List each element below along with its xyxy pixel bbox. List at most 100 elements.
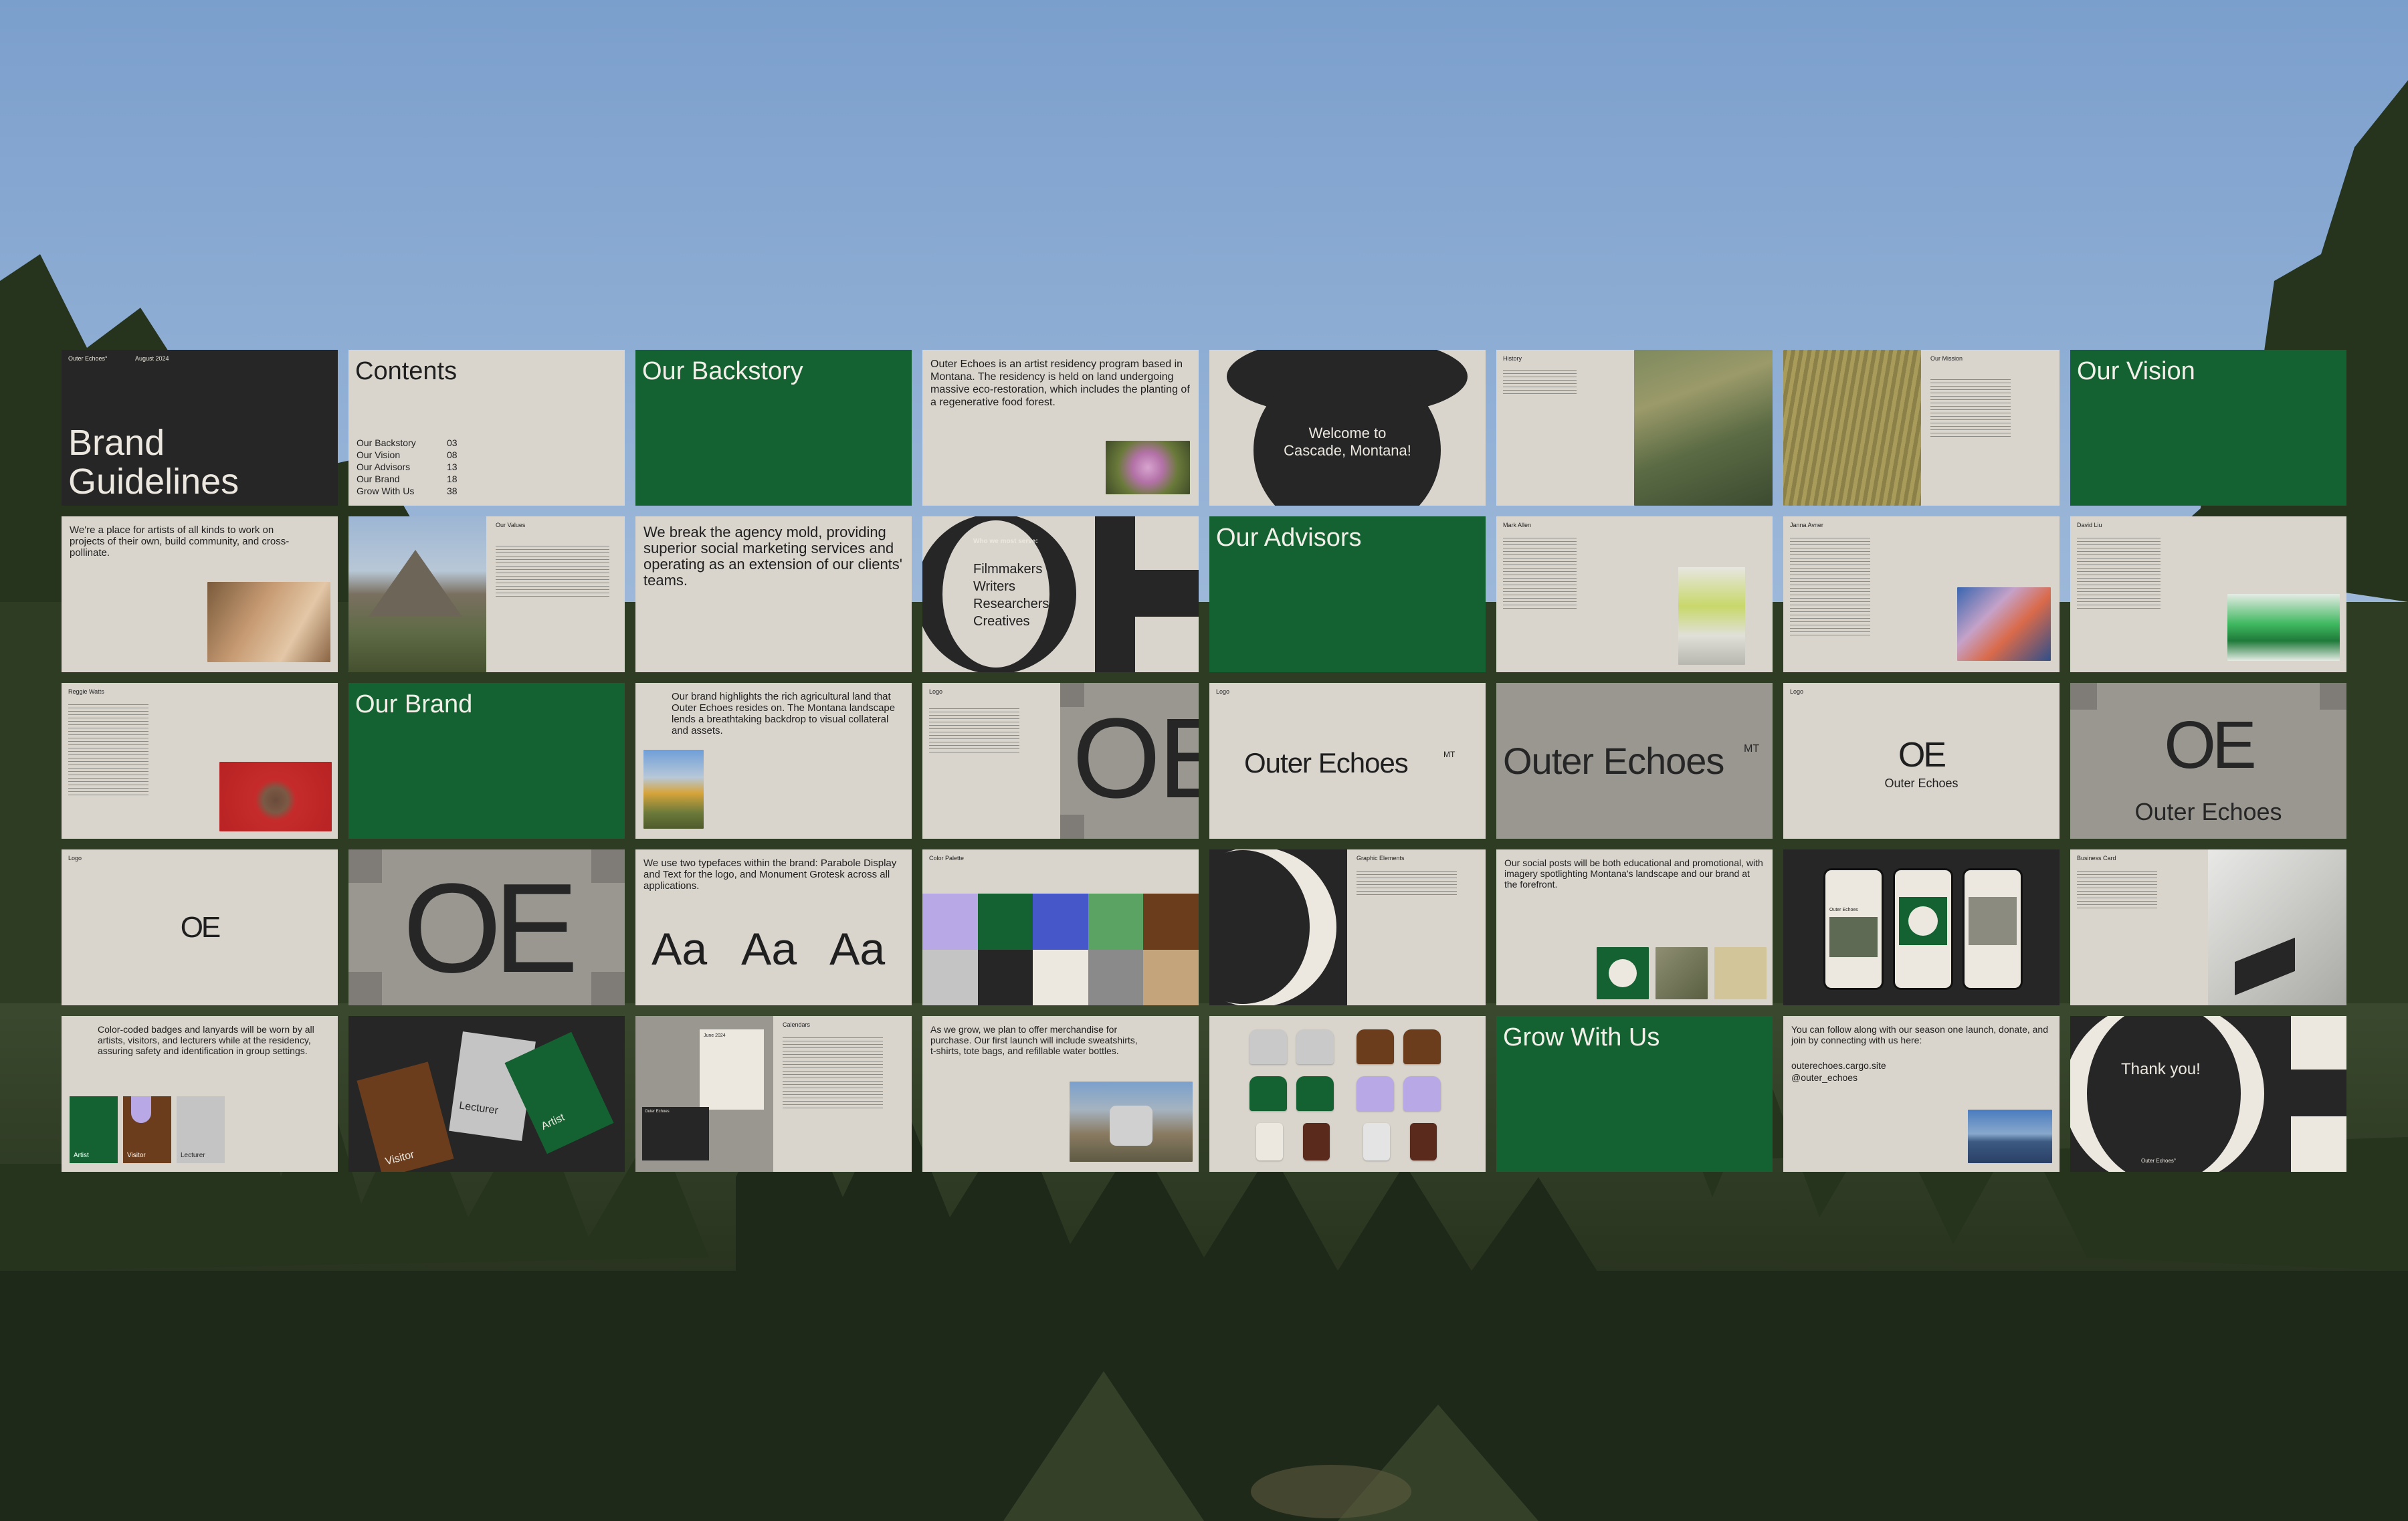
slide-place[interactable]: We're a place for artists of all kinds t… <box>62 516 338 672</box>
merch-items <box>1209 1016 1486 1172</box>
contents-item[interactable]: Our Brand 18 <box>357 473 458 485</box>
slide-badges[interactable]: Color-coded badges and lanyards will be … <box>62 1016 338 1172</box>
cover-title-line1: Brand <box>68 423 165 463</box>
intro-text: Outer Echoes is an artist residency prog… <box>930 359 1190 408</box>
slide-logo-construction[interactable]: Logo OE <box>922 683 1199 839</box>
badge-visitor: Visitor <box>123 1096 171 1163</box>
slide-serve[interactable]: Who we most serve: Filmmakers Writers Re… <box>922 516 1199 672</box>
welcome-line1: Welcome to <box>1308 425 1387 441</box>
card-label: Business Card <box>2077 855 2116 861</box>
monogram-large-sub: Outer Echoes <box>2134 798 2282 825</box>
clay-hands-photo <box>207 582 330 662</box>
agency-text: We break the agency mold, providing supe… <box>643 524 902 589</box>
slide-grid: Outer Echoes° August 2024 Brand Guidelin… <box>62 350 2348 1172</box>
values-body <box>496 543 609 597</box>
follow-handle[interactable]: @outer_echoes <box>1791 1072 1858 1083</box>
slide-typefaces[interactable]: We use two typefaces within the brand: P… <box>635 849 912 1005</box>
slide-agri[interactable]: Our brand highlights the rich agricultur… <box>635 683 912 839</box>
monogram-sub: Outer Echoes <box>1884 777 1959 790</box>
slide-grow[interactable]: Grow With Us <box>1496 1016 1773 1172</box>
slide-badge-photo[interactable]: Visitor Lecturer Artist <box>348 1016 625 1172</box>
slide-graphic-elements[interactable]: Graphic Elements <box>1209 849 1486 1005</box>
history-label: History <box>1503 355 1522 362</box>
slide-vision[interactable]: Our Vision <box>2070 350 2346 506</box>
follow-site[interactable]: outerechoes.cargo.site <box>1791 1060 1886 1071</box>
type-sample-2: Aa <box>741 924 797 975</box>
contents-item[interactable]: Our Advisors 13 <box>357 461 458 473</box>
merch-apparel <box>1296 1029 1334 1064</box>
badge-lecturer: Lecturer <box>177 1096 225 1163</box>
slide-welcome[interactable]: Welcome to Cascade, Montana! <box>1209 350 1486 506</box>
backstory-title: Our Backstory <box>642 357 803 385</box>
cover-date: August 2024 <box>135 355 169 362</box>
river-valley-photo <box>1634 350 1773 506</box>
palette-swatch <box>977 894 1033 950</box>
slide-business-card[interactable]: Business Card <box>2070 849 2346 1005</box>
slide-backstory[interactable]: Our Backstory <box>635 350 912 506</box>
slide-contents[interactable]: Contents Our Backstory 03 Our Vision 08 Ou… <box>348 350 625 506</box>
contents-item[interactable]: Grow With Us 38 <box>357 485 458 497</box>
contents-item[interactable]: Our Backstory 03 <box>357 437 458 449</box>
merch-accessory <box>1410 1123 1437 1160</box>
reggie-photo <box>219 762 332 831</box>
social-post-1 <box>1597 947 1649 999</box>
graphic-shape <box>1209 849 1347 1005</box>
mountain-photo <box>348 516 486 672</box>
business-card-photo <box>2208 849 2346 1005</box>
slide-reggie-watts[interactable]: Reggie Watts <box>62 683 338 839</box>
serve-graphic <box>922 516 1199 672</box>
slide-logo-small[interactable]: Logo OE <box>62 849 338 1005</box>
slide-phones[interactable]: Outer Echoes <box>1783 849 2060 1005</box>
calendar-photo: June 2024 Outer Echoes <box>635 1016 773 1172</box>
logo-label: Logo <box>68 855 82 861</box>
merch-apparel <box>1403 1076 1441 1111</box>
history-body <box>1503 367 1577 394</box>
wordmark-sup: MT <box>1443 750 1456 759</box>
slide-merch-intro[interactable]: As we grow, we plan to offer merchandise… <box>922 1016 1199 1172</box>
slide-follow[interactable]: You can follow along with our season one… <box>1783 1016 2060 1172</box>
slide-wordmark[interactable]: Logo Outer Echoes MT <box>1209 683 1486 839</box>
calendars-label: Calendars <box>783 1021 811 1028</box>
aspen-photo <box>643 750 704 829</box>
serve-item: Creatives <box>973 614 1030 629</box>
values-label: Our Values <box>496 522 526 528</box>
serve-item: Researchers <box>973 597 1049 611</box>
slide-cover[interactable]: Outer Echoes° August 2024 Brand Guidelin… <box>62 350 338 506</box>
contents-item[interactable]: Our Vision 08 <box>357 449 458 461</box>
slide-color-palette[interactable]: Color Palette <box>922 849 1199 1005</box>
slide-calendars[interactable]: June 2024 Outer Echoes Calendars <box>635 1016 912 1172</box>
reggie-name: Reggie Watts <box>68 688 104 695</box>
tractor-field-photo <box>1783 350 1921 506</box>
slide-merch-grid[interactable] <box>1209 1016 1486 1172</box>
slide-monogram-gray[interactable]: OE Outer Echoes <box>2070 683 2346 839</box>
merch-apparel <box>1249 1076 1287 1111</box>
slide-history[interactable]: History <box>1496 350 1773 506</box>
slide-logo-crop[interactable]: OE <box>348 849 625 1005</box>
slide-janna-avner[interactable]: Janna Avner <box>1783 516 2060 672</box>
slide-advisors[interactable]: Our Advisors <box>1209 516 1486 672</box>
slide-monogram[interactable]: Logo OE Outer Echoes <box>1783 683 2060 839</box>
slide-our-brand[interactable]: Our Brand <box>348 683 625 839</box>
slide-social[interactable]: Our social posts will be both educationa… <box>1496 849 1773 1005</box>
serve-list: Filmmakers Writers Researchers Creatives <box>973 561 1049 630</box>
palette-swatch <box>922 894 978 950</box>
wordmark-large-text: Outer Echoes <box>1503 740 1724 782</box>
merch-apparel <box>1357 1076 1394 1111</box>
slide-values[interactable]: Our Values <box>348 516 625 672</box>
mission-label: Our Mission <box>1930 355 1963 362</box>
logo-crop-large-text: OE <box>403 857 579 999</box>
slide-wordmark-gray[interactable]: Outer Echoes MT <box>1496 683 1773 839</box>
slide-mission[interactable]: Our Mission <box>1783 350 2060 506</box>
slide-david-liu[interactable]: David Liu <box>2070 516 2346 672</box>
slide-mark-allen[interactable]: Mark Allen <box>1496 516 1773 672</box>
palette-label: Color Palette <box>929 855 965 861</box>
slide-thanks[interactable]: Thank you! Outer Echoes° <box>2070 1016 2346 1172</box>
social-text: Our social posts will be both educationa… <box>1504 857 1763 890</box>
wordmark-text: Outer Echoes <box>1244 747 1409 779</box>
palette-swatch <box>1088 894 1144 950</box>
cover-brand: Outer Echoes° <box>68 355 108 362</box>
serve-heading: Who we most serve: <box>973 538 1038 545</box>
slide-intro[interactable]: Outer Echoes is an artist residency prog… <box>922 350 1199 506</box>
contents-title: Contents <box>355 357 458 385</box>
slide-agency[interactable]: We break the agency mold, providing supe… <box>635 516 912 672</box>
